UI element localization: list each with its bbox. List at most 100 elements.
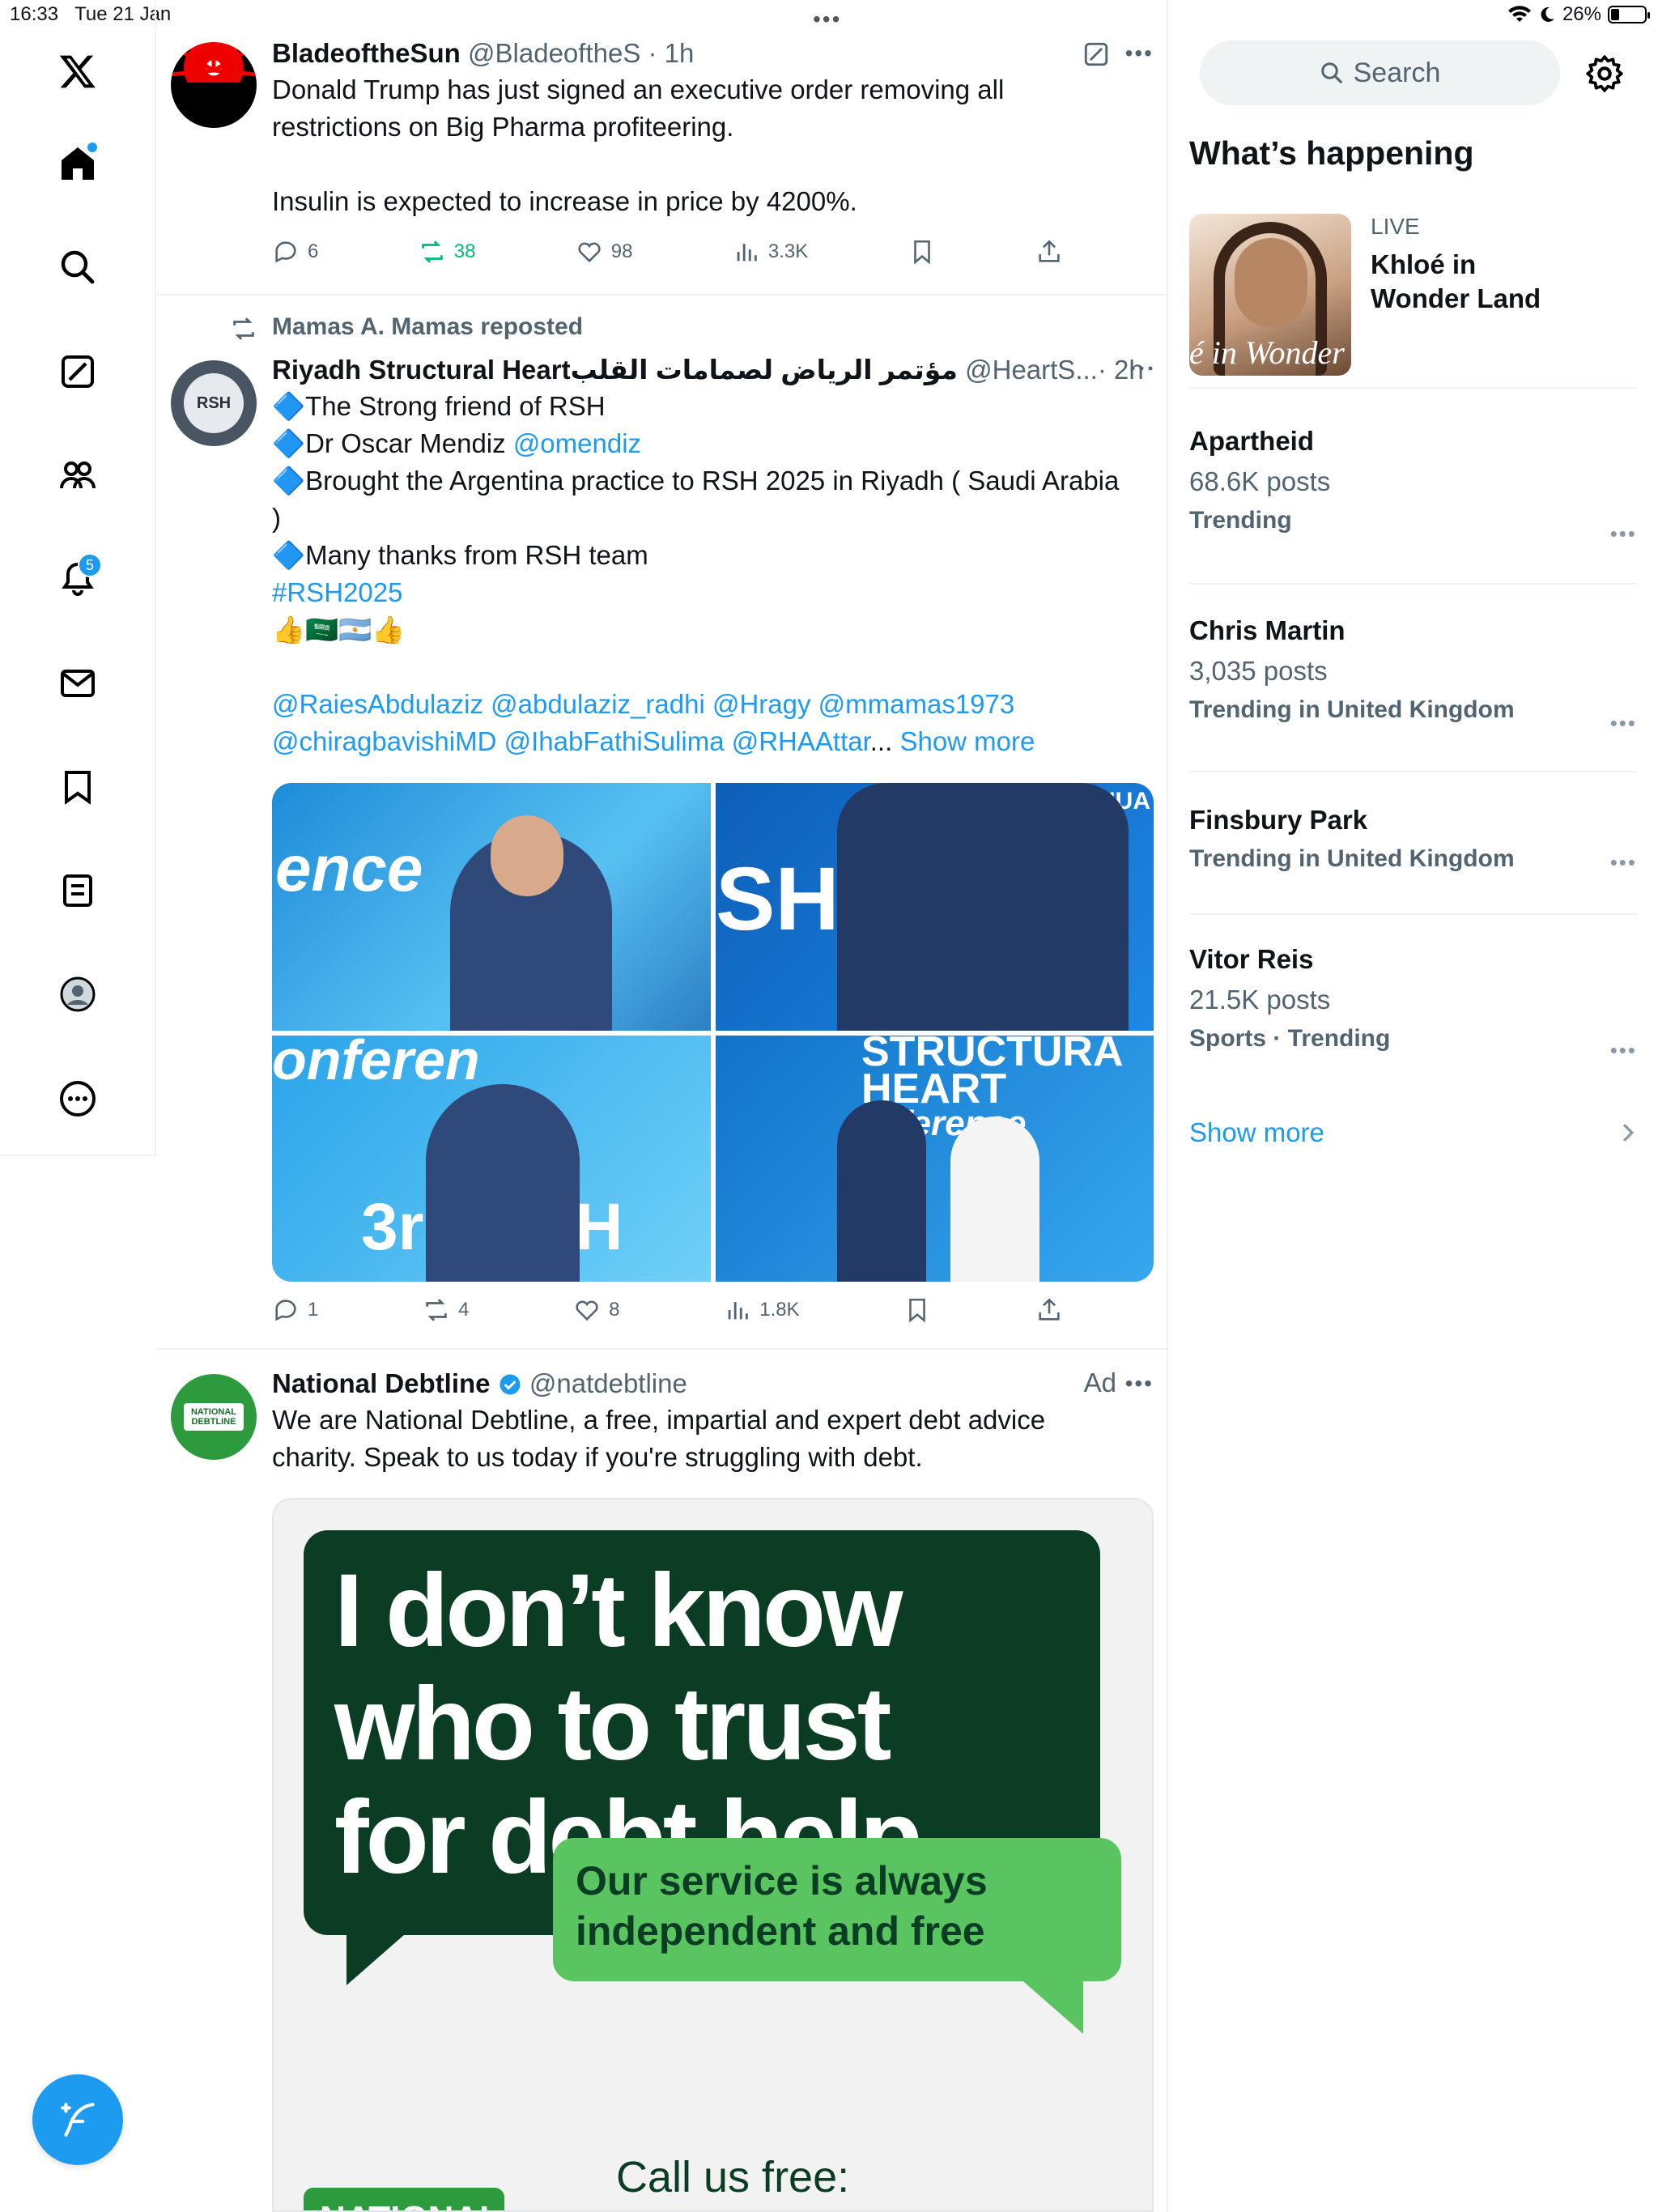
trend-posts: 68.6K posts [1189, 466, 1331, 496]
trend-context: Trending in United Kingdom [1189, 845, 1515, 872]
trend-context: Trending in United Kingdom [1189, 696, 1515, 723]
repost-button[interactable]: 38 [419, 238, 475, 266]
grok-explain-icon[interactable] [1082, 40, 1110, 68]
compose-post-button[interactable] [32, 2074, 123, 2165]
author-name[interactable]: BladeoftheSun [272, 38, 461, 68]
left-navigation: 5 [0, 0, 156, 1156]
trend-more-icon[interactable]: ••• [1610, 1038, 1637, 1063]
notifications-bell-icon[interactable]: 5 [52, 553, 104, 605]
trend-item-chris-martin[interactable]: Chris Martin 3,035 posts Trending in Uni… [1189, 585, 1637, 772]
media-grid[interactable]: ence SH JANUA onferen 3rd RSH STRUCTURA … [272, 783, 1154, 1282]
speech-tail-dark [346, 1929, 411, 1985]
media-photo-4[interactable]: STRUCTURA HEART nference [716, 1028, 1154, 1282]
more-options-icon[interactable] [52, 1073, 104, 1125]
grok-icon[interactable] [52, 346, 104, 398]
show-more-trends-link[interactable]: Show more [1189, 1117, 1637, 1148]
chevron-right-icon [1622, 1124, 1635, 1142]
live-event-card[interactable]: é in Wonder l LIVE Khloé in Wonder Land [1189, 212, 1637, 389]
x-logo-icon[interactable] [52, 45, 104, 97]
search-input[interactable]: Search [1200, 40, 1560, 105]
like-button[interactable]: 98 [576, 238, 632, 266]
avatar[interactable]: NATIONAL DEBTLINE [171, 1374, 257, 1460]
bookmark-icon [913, 240, 930, 265]
show-more-link[interactable]: Show more [899, 726, 1035, 756]
lists-icon[interactable] [52, 865, 104, 917]
avatar[interactable]: RSH [171, 360, 257, 446]
ad-label: Ad [1083, 1368, 1116, 1397]
tweet-more-icon[interactable]: ••• [1125, 40, 1154, 66]
search-placeholder: Search [1353, 57, 1441, 88]
author-name[interactable]: Riyadh Structural Heartمؤتمر الرياض لصما… [272, 355, 958, 385]
mention-link[interactable]: @omendiz [513, 428, 641, 458]
author-name[interactable]: National Debtline [272, 1368, 491, 1398]
views-button[interactable]: 3.3K [733, 238, 808, 266]
ad-text: We are National Debtline, a free, impart… [272, 1405, 1046, 1472]
share-button[interactable] [1035, 238, 1063, 266]
trend-item-apartheid[interactable]: Apartheid 68.6K posts Trending ••• [1189, 405, 1637, 585]
avatar[interactable] [171, 42, 257, 128]
tweet-more-icon[interactable] [1129, 360, 1154, 376]
media-photo-2[interactable]: SH JANUA [716, 783, 1154, 1031]
whats-happening-heading: What’s happening [1189, 134, 1474, 172]
trend-more-icon[interactable]: ••• [1610, 521, 1637, 547]
repost-button[interactable]: 4 [423, 1296, 469, 1324]
reply-button[interactable]: 1 [272, 1296, 318, 1324]
settings-gear-icon[interactable] [1584, 53, 1625, 94]
author-handle[interactable]: @HeartS... [965, 355, 1098, 385]
home-unread-dot [87, 143, 97, 152]
national-debtline-logo: NATIONAL DEBTLINE [184, 1403, 244, 1431]
trend-name: Chris Martin [1189, 615, 1346, 645]
share-button[interactable] [1035, 1296, 1063, 1324]
trend-more-icon[interactable]: ••• [1610, 711, 1637, 736]
hashtag-link[interactable]: #RSH2025 [272, 574, 1154, 611]
bookmark-button[interactable] [903, 1296, 931, 1324]
messages-envelope-icon[interactable] [52, 657, 104, 709]
trend-more-icon[interactable]: ••• [1610, 850, 1637, 875]
bookmark-button[interactable] [908, 238, 936, 266]
feather-plus-icon [61, 2103, 95, 2137]
trend-name: Apartheid [1189, 426, 1315, 456]
trend-name: Finsbury Park [1189, 805, 1368, 835]
tweet-text: 🔷The Strong friend of RSH 🔷Dr Oscar Mend… [272, 388, 1154, 760]
live-event-title: Khloé in Wonder Land [1371, 249, 1541, 313]
live-label: LIVE [1371, 214, 1420, 239]
mentions-line[interactable]: @RaiesAbdulaziz @abdulaziz_radhi @Hragy … [272, 686, 1154, 723]
like-button[interactable]: 8 [573, 1296, 619, 1324]
reply-button[interactable]: 6 [272, 238, 318, 266]
right-sidebar: Search What’s happening é in Wonder l LI… [1170, 0, 1658, 2212]
tweet-bladeofthesun[interactable]: BladeoftheSun @BladeoftheS · 1h Donald T… [156, 32, 1168, 296]
ad-subheadline-bubble: Our service is always independent and fr… [553, 1838, 1121, 1981]
views-chart-icon [737, 244, 757, 262]
trend-posts: 3,035 posts [1189, 656, 1328, 686]
trend-name: Vitor Reis [1189, 944, 1314, 974]
trend-item-finsbury-park[interactable]: Finsbury Park Trending in United Kingdom… [1189, 772, 1637, 915]
rsh-logo-icon: RSH [184, 373, 244, 433]
trend-posts: 21.5K posts [1189, 985, 1331, 1015]
bookmarks-icon[interactable] [52, 761, 104, 813]
ad-image[interactable]: I don’t know who to trust for debt help … [272, 1498, 1154, 2212]
media-photo-3[interactable]: onferen 3rd RSH [272, 1028, 711, 1282]
tweet-more-icon[interactable]: ••• [1125, 1371, 1154, 1397]
trend-item-vitor-reis[interactable]: Vitor Reis 21.5K posts Sports · Trending… [1189, 915, 1637, 1085]
mentions-line[interactable]: @chiragbavishiMD @IhabFathiSulima @RHAAt… [272, 726, 870, 756]
author-handle[interactable]: @natdebtline [529, 1368, 687, 1398]
communities-icon[interactable] [52, 449, 104, 501]
bookmark-icon [909, 1298, 926, 1323]
tweet-riyadh-structural-heart[interactable]: Mamas A. Mamas reposted RSH Riyadh Struc… [156, 296, 1168, 1350]
repost-context-icon [233, 317, 254, 340]
views-button[interactable]: 1.8K [724, 1296, 800, 1324]
ad-headline-line: who to trust [334, 1666, 891, 1782]
explore-search-icon[interactable] [52, 241, 104, 293]
views-chart-icon [728, 1302, 748, 1320]
heart-icon [578, 242, 601, 263]
search-icon [1320, 62, 1342, 83]
post-time[interactable]: · 1h [648, 38, 695, 68]
profile-avatar-icon[interactable] [52, 968, 104, 1020]
home-icon[interactable] [52, 138, 104, 189]
ad-logo-box: NATIONAL [304, 2188, 504, 2210]
live-event-thumbnail: é in Wonder l [1189, 214, 1351, 376]
ad-headline-line: I don’t know [334, 1553, 903, 1669]
media-photo-1[interactable]: ence [272, 783, 711, 1031]
author-handle[interactable]: @BladeoftheS [468, 38, 640, 68]
repost-icon [426, 1299, 447, 1321]
